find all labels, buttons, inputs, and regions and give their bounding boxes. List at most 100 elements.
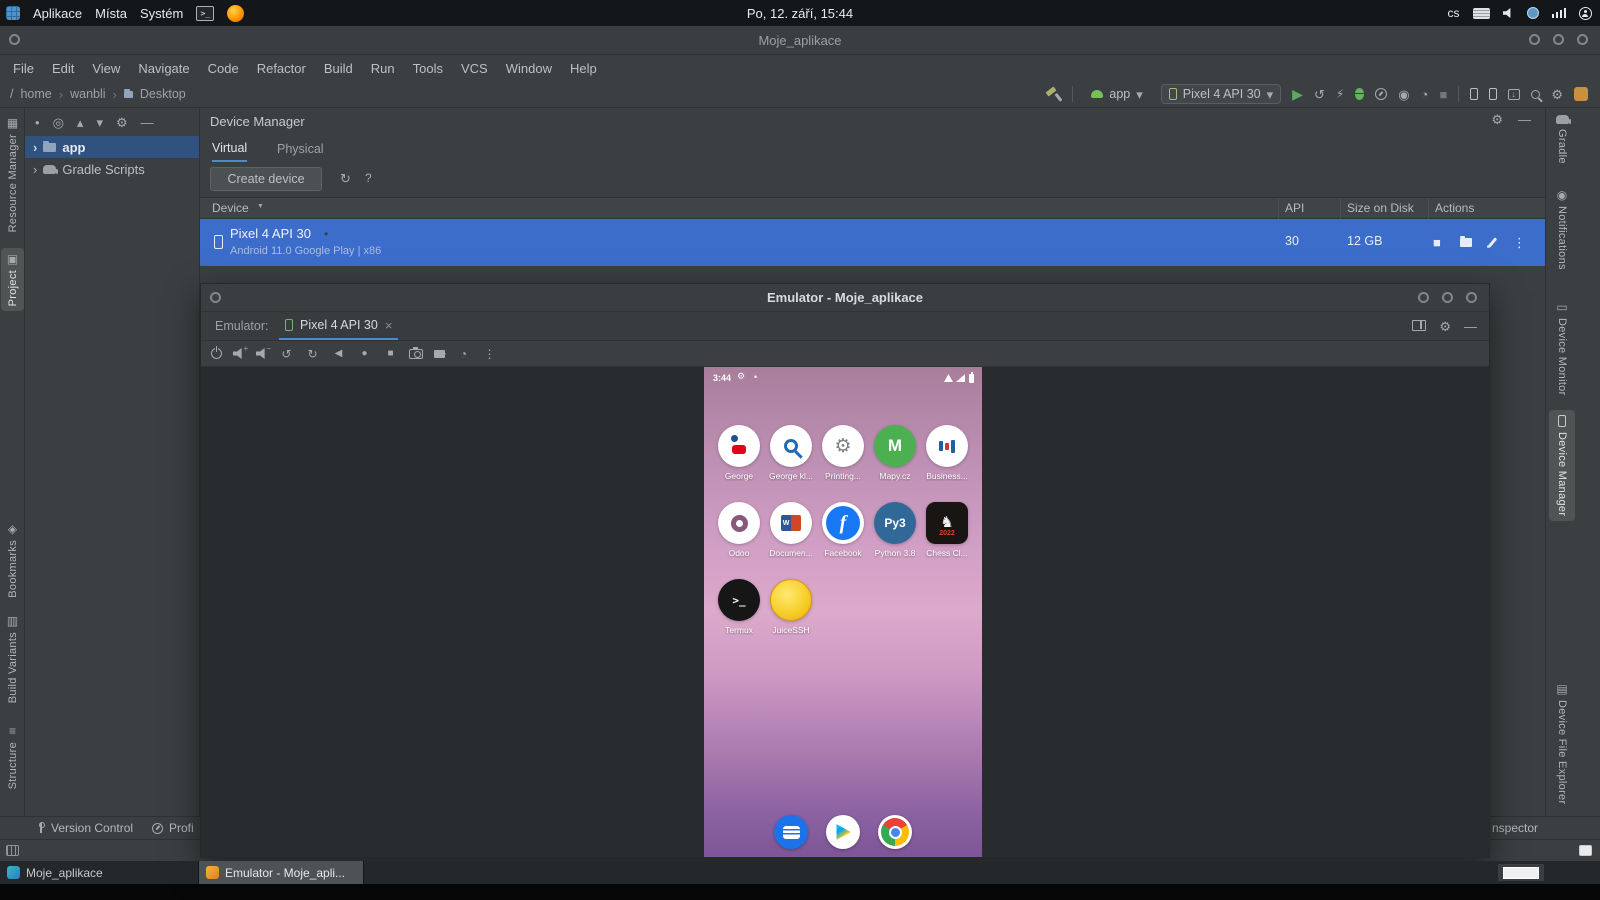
run-button[interactable] [1292,87,1303,101]
apply-changes-icon[interactable] [1314,88,1325,101]
sort-icon[interactable] [257,203,264,210]
screenshot-camera-icon[interactable] [409,346,423,359]
tree-item-app[interactable]: app [25,136,199,158]
apply-code-changes-icon[interactable] [1336,88,1344,100]
help-icon[interactable]: ? [365,172,372,184]
breadcrumb-root[interactable]: / [10,87,13,101]
search-everywhere-icon[interactable] [1531,89,1541,99]
toolwindow-notifications[interactable]: Notifications [1549,184,1575,275]
dock-messages[interactable] [774,815,808,849]
expand-all-icon[interactable] [77,116,84,129]
close-button[interactable] [1577,34,1588,45]
power-icon[interactable] [211,346,222,359]
network-icon[interactable] [1526,7,1539,19]
open-folder-icon[interactable] [1459,236,1472,247]
build-hammer-icon[interactable] [1045,87,1061,102]
toolwindow-version-control[interactable]: Version Control [36,817,133,839]
refresh-icon[interactable] [340,172,351,185]
toolwindow-toggle-icon[interactable] [6,845,19,856]
taskbar-window-emulator[interactable]: Emulator - Moje_apli... [199,861,364,884]
keyboard-icon[interactable] [1472,7,1490,19]
toolwindow-profiler[interactable]: Profi [152,817,194,839]
app-facebook[interactable]: f Facebook [817,502,869,558]
options-icon[interactable] [35,116,40,129]
breadcrumb-home[interactable]: home [20,87,51,101]
app-business[interactable]: Business... [921,425,973,481]
debug-button[interactable] [1355,88,1365,100]
create-device-button[interactable]: Create device [210,167,322,191]
hide-panel-icon[interactable] [1518,113,1531,126]
overview-icon[interactable] [383,349,398,359]
menu-edit[interactable]: Edit [43,61,83,76]
column-size[interactable]: Size on Disk [1347,201,1414,215]
device-manager-icon[interactable] [1489,88,1498,100]
toolwindow-device-monitor[interactable]: Device Monitor [1549,296,1575,401]
run-config-dropdown[interactable]: app [1084,85,1149,103]
minimize-button[interactable] [1529,34,1540,45]
stop-button[interactable] [1439,88,1447,101]
coverage-icon[interactable] [1421,88,1429,101]
collapse-all-icon[interactable] [96,116,103,129]
clock[interactable]: Po, 12. září, 15:44 [0,0,1600,26]
volume-down-icon[interactable]: − [256,344,271,359]
window-preview-widget[interactable] [1498,864,1544,881]
snapshots-icon[interactable] [456,348,471,360]
app-printing[interactable]: ⚙ Printing... [817,425,869,481]
breadcrumb-user[interactable]: wanbli [70,87,105,101]
menu-window[interactable]: Window [497,61,561,76]
volume-icon[interactable] [1502,8,1511,18]
column-device[interactable]: Device [212,201,249,215]
dock-chrome[interactable] [878,815,912,849]
app-chess[interactable]: 2022 Chess Cl... [921,502,973,558]
toolwindow-structure[interactable]: Structure [1,720,24,794]
expand-arrow-icon[interactable] [33,141,37,154]
menu-help[interactable]: Help [561,61,606,76]
back-icon[interactable] [331,349,346,359]
app-juicessh[interactable]: JuiceSSH [765,579,817,635]
menu-vcs[interactable]: VCS [452,61,497,76]
tab-virtual[interactable]: Virtual [212,136,248,162]
rotate-left-icon[interactable] [279,348,294,360]
menu-navigate[interactable]: Navigate [129,61,198,76]
menu-run[interactable]: Run [362,61,404,76]
app-termux[interactable]: >_ Termux [713,579,765,635]
attach-debugger-icon[interactable] [1398,88,1409,101]
toolwindow-device-manager[interactable]: Device Manager [1549,410,1575,522]
panel-settings-icon[interactable] [116,116,128,129]
profile-badge-icon[interactable] [1574,87,1588,101]
tab-pixel4[interactable]: Pixel 4 API 30 [279,312,399,340]
profiler-button[interactable] [1375,88,1388,100]
status-right-icon[interactable] [1579,845,1592,856]
app-odoo[interactable]: Odoo [713,502,765,558]
device-dropdown[interactable]: Pixel 4 API 30 [1160,84,1282,104]
user-icon[interactable] [1579,6,1592,20]
edit-device-icon[interactable] [1487,237,1498,248]
app-mapy[interactable]: M Mapy.cz [869,425,921,481]
signal-bars-icon[interactable] [1551,8,1566,18]
app-george[interactable]: George [713,425,765,481]
dock-play-store[interactable] [826,815,860,849]
close-tab-icon[interactable] [385,319,393,332]
device-row-pixel4[interactable]: Pixel 4 API 30 Android 11.0 Google Play … [200,219,1545,266]
menu-build[interactable]: Build [315,61,362,76]
pair-device-icon[interactable] [1470,88,1479,100]
emulator-settings-icon[interactable] [1439,320,1451,333]
sdk-manager-icon[interactable] [1508,88,1521,100]
menu-file[interactable]: File [4,61,43,76]
home-icon[interactable] [357,349,372,359]
menu-view[interactable]: View [83,61,129,76]
phone-screen[interactable]: 3:44 George George kl... ⚙ [704,367,982,857]
toolwindow-gradle[interactable]: Gradle [1549,110,1575,169]
locate-file-icon[interactable] [53,116,64,129]
toolwindow-resource-manager[interactable]: Resource Manager [1,112,24,237]
hide-panel-icon[interactable] [141,116,154,129]
split-view-icon[interactable] [1412,320,1427,331]
menu-refactor[interactable]: Refactor [248,61,315,76]
toolwindow-build-variants[interactable]: Build Variants [1,610,24,708]
toolwindow-device-file-explorer[interactable]: Device File Explorer [1549,678,1575,809]
keyboard-layout-indicator[interactable]: cs [1448,6,1460,20]
close-button[interactable] [1466,292,1477,303]
maximize-button[interactable] [1553,34,1564,45]
app-george-klic[interactable]: George kl... [765,425,817,481]
app-documents[interactable]: W Documen... [765,502,817,558]
